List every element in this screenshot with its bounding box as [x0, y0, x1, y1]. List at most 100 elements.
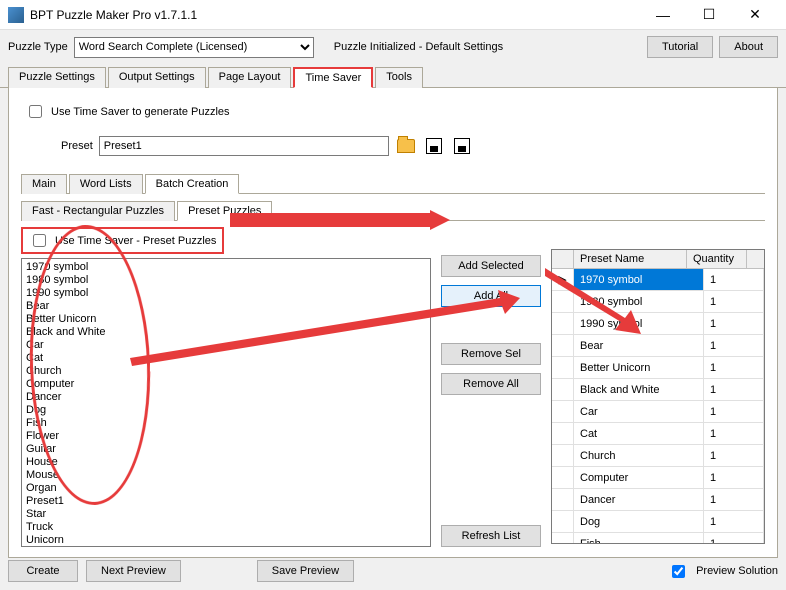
preset-listbox[interactable]: 1970 symbol1980 symbol1990 symbolBearBet…: [21, 258, 431, 547]
list-item[interactable]: Cat: [24, 352, 428, 365]
tab-page-layout[interactable]: Page Layout: [208, 67, 292, 88]
table-row[interactable]: Car1: [552, 401, 764, 423]
list-item[interactable]: Fish: [24, 417, 428, 430]
cell-preset-name[interactable]: Better Unicorn: [574, 357, 704, 378]
preview-solution-checkbox[interactable]: [672, 565, 685, 578]
row-marker: [552, 379, 574, 400]
list-item[interactable]: Organ: [24, 482, 428, 495]
table-row[interactable]: Church1: [552, 445, 764, 467]
subtab-batch-creation[interactable]: Batch Creation: [145, 174, 240, 194]
window-title: BPT Puzzle Maker Pro v1.7.1.1: [30, 8, 640, 22]
list-item[interactable]: Dancer: [24, 391, 428, 404]
cell-preset-name[interactable]: Car: [574, 401, 704, 422]
cell-preset-name[interactable]: Cat: [574, 423, 704, 444]
minimize-button[interactable]: —: [640, 0, 686, 30]
open-preset-button[interactable]: [395, 135, 417, 157]
cell-preset-name[interactable]: 1990 symbol: [574, 313, 704, 334]
list-item[interactable]: Preset1: [24, 495, 428, 508]
remove-selected-button[interactable]: Remove Sel: [441, 343, 541, 365]
list-item[interactable]: Unicorn: [24, 534, 428, 547]
cell-quantity[interactable]: 1: [704, 445, 764, 466]
list-item[interactable]: Truck: [24, 521, 428, 534]
table-row[interactable]: Black and White1: [552, 379, 764, 401]
cell-quantity[interactable]: 1: [704, 467, 764, 488]
cell-quantity[interactable]: 1: [704, 313, 764, 334]
cell-preset-name[interactable]: 1980 symbol: [574, 291, 704, 312]
list-item[interactable]: Computer: [24, 378, 428, 391]
close-button[interactable]: ✕: [732, 0, 778, 30]
save-as-preset-button[interactable]: [451, 135, 473, 157]
cell-quantity[interactable]: 1: [704, 335, 764, 356]
main-tabs: Puzzle Settings Output Settings Page Lay…: [0, 66, 786, 88]
list-item[interactable]: 1990 symbol: [24, 287, 428, 300]
cell-preset-name[interactable]: Church: [574, 445, 704, 466]
remove-all-button[interactable]: Remove All: [441, 373, 541, 395]
table-row[interactable]: Fish1: [552, 533, 764, 543]
subtab-main[interactable]: Main: [21, 174, 67, 194]
table-row[interactable]: Cat1: [552, 423, 764, 445]
cell-preset-name[interactable]: 1970 symbol: [574, 269, 704, 290]
table-row[interactable]: Dog1: [552, 511, 764, 533]
grid-col-qty[interactable]: Quantity: [687, 250, 747, 268]
add-all-button[interactable]: Add All: [441, 285, 541, 307]
cell-quantity[interactable]: 1: [704, 489, 764, 510]
tab-tools[interactable]: Tools: [375, 67, 423, 88]
batchtab-preset-puzzles[interactable]: Preset Puzzles: [177, 201, 272, 221]
cell-preset-name[interactable]: Bear: [574, 335, 704, 356]
list-item[interactable]: House: [24, 456, 428, 469]
maximize-button[interactable]: ☐: [686, 0, 732, 30]
list-item[interactable]: Guitar: [24, 443, 428, 456]
table-row[interactable]: Computer1: [552, 467, 764, 489]
cell-preset-name[interactable]: Black and White: [574, 379, 704, 400]
create-button[interactable]: Create: [8, 560, 78, 582]
use-time-saver-checkbox[interactable]: [29, 105, 42, 118]
preset-grid[interactable]: Preset Name Quantity ▶1970 symbol11980 s…: [551, 249, 765, 544]
table-row[interactable]: Bear1: [552, 335, 764, 357]
row-marker: [552, 467, 574, 488]
cell-preset-name[interactable]: Dog: [574, 511, 704, 532]
cell-preset-name[interactable]: Fish: [574, 533, 704, 543]
grid-col-name[interactable]: Preset Name: [574, 250, 687, 268]
list-item[interactable]: 1980 symbol: [24, 274, 428, 287]
tutorial-button[interactable]: Tutorial: [647, 36, 713, 58]
cell-quantity[interactable]: 1: [704, 379, 764, 400]
list-item[interactable]: Star: [24, 508, 428, 521]
cell-quantity[interactable]: 1: [704, 269, 764, 290]
tab-output-settings[interactable]: Output Settings: [108, 67, 206, 88]
cell-preset-name[interactable]: Dancer: [574, 489, 704, 510]
tab-puzzle-settings[interactable]: Puzzle Settings: [8, 67, 106, 88]
table-row[interactable]: ▶1970 symbol1: [552, 269, 764, 291]
subtab-word-lists[interactable]: Word Lists: [69, 174, 143, 194]
list-item[interactable]: Dog: [24, 404, 428, 417]
list-item[interactable]: Car: [24, 339, 428, 352]
batchtab-fast[interactable]: Fast - Rectangular Puzzles: [21, 201, 175, 221]
table-row[interactable]: 1980 symbol1: [552, 291, 764, 313]
about-button[interactable]: About: [719, 36, 778, 58]
add-selected-button[interactable]: Add Selected: [441, 255, 541, 277]
tab-time-saver[interactable]: Time Saver: [293, 67, 373, 88]
cell-quantity[interactable]: 1: [704, 533, 764, 543]
table-row[interactable]: Better Unicorn1: [552, 357, 764, 379]
list-item[interactable]: Better Unicorn: [24, 313, 428, 326]
list-item[interactable]: 1970 symbol: [24, 261, 428, 274]
cell-quantity[interactable]: 1: [704, 291, 764, 312]
table-row[interactable]: Dancer1: [552, 489, 764, 511]
preset-name-input[interactable]: [99, 136, 389, 156]
cell-quantity[interactable]: 1: [704, 423, 764, 444]
cell-quantity[interactable]: 1: [704, 357, 764, 378]
list-item[interactable]: Black and White: [24, 326, 428, 339]
save-preset-button[interactable]: [423, 135, 445, 157]
table-row[interactable]: 1990 symbol1: [552, 313, 764, 335]
list-item[interactable]: Flower: [24, 430, 428, 443]
cell-quantity[interactable]: 1: [704, 401, 764, 422]
list-item[interactable]: Church: [24, 365, 428, 378]
next-preview-button[interactable]: Next Preview: [86, 560, 181, 582]
refresh-list-button[interactable]: Refresh List: [441, 525, 541, 547]
save-preview-button[interactable]: Save Preview: [257, 560, 354, 582]
cell-preset-name[interactable]: Computer: [574, 467, 704, 488]
use-ts-preset-checkbox[interactable]: [33, 234, 46, 247]
cell-quantity[interactable]: 1: [704, 511, 764, 532]
list-item[interactable]: Bear: [24, 300, 428, 313]
list-item[interactable]: Mouse: [24, 469, 428, 482]
puzzle-type-select[interactable]: Word Search Complete (Licensed): [74, 37, 314, 58]
